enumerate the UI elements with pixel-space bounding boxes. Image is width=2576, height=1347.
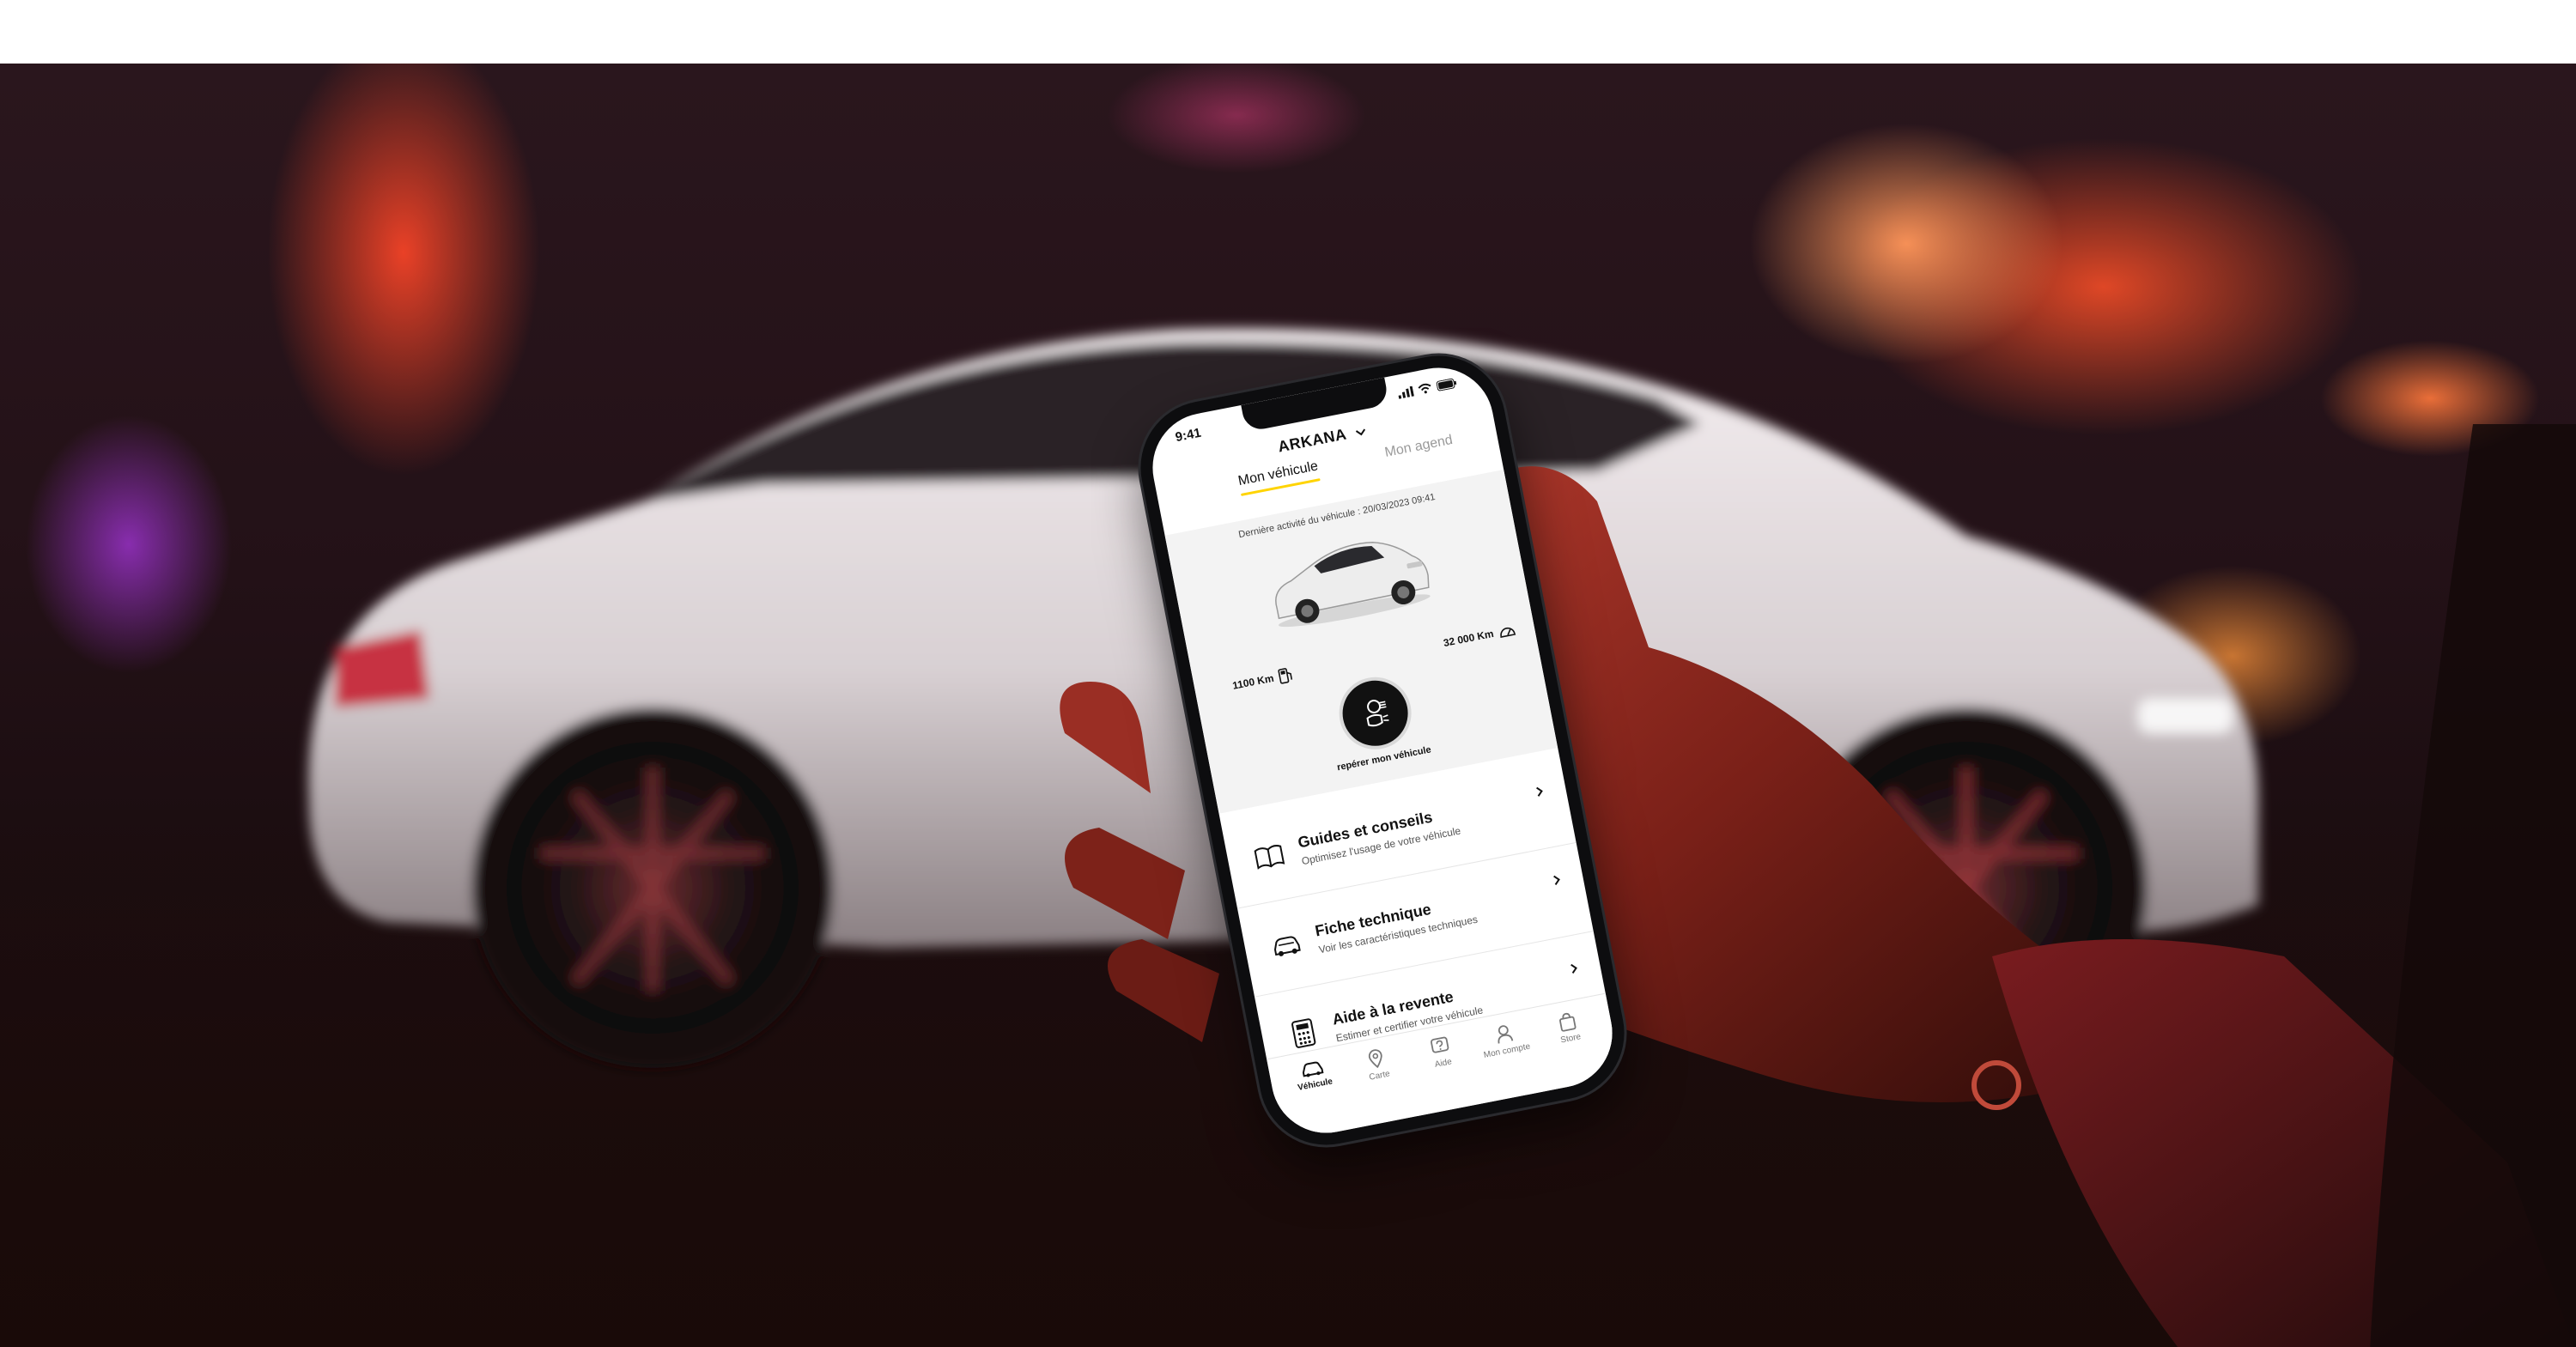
- range-stat: 1100 Km: [1231, 667, 1294, 694]
- signal-icon: [1398, 385, 1414, 399]
- vehicle-card: Dernière activité du véhicule : 20/03/20…: [1164, 470, 1558, 814]
- help-icon: [1431, 1036, 1449, 1053]
- calculator-icon: [1285, 1015, 1321, 1051]
- nav-label: Mon compte: [1483, 1041, 1532, 1060]
- locate-vehicle-button[interactable]: [1337, 675, 1414, 752]
- vehicle-name: ARKANA: [1276, 425, 1348, 456]
- nav-mon-compte[interactable]: Mon compte: [1476, 1019, 1534, 1060]
- car-icon: [1302, 1061, 1324, 1077]
- nav-label: Carte: [1368, 1069, 1391, 1083]
- tab-mon-agenda[interactable]: Mon agend: [1383, 433, 1454, 461]
- nav-label: Véhicule: [1297, 1077, 1334, 1093]
- chevron-down-icon: [1355, 428, 1366, 436]
- nav-label: Store: [1559, 1032, 1583, 1046]
- nav-store[interactable]: Store: [1540, 1007, 1598, 1048]
- nav-carte[interactable]: Carte: [1348, 1044, 1406, 1085]
- nav-label: Aide: [1433, 1057, 1453, 1070]
- nav-aide[interactable]: Aide: [1412, 1032, 1470, 1073]
- odometer-stat: 32 000 Km: [1443, 623, 1516, 649]
- odometer-value: 32 000 Km: [1442, 627, 1495, 650]
- nav-vehicule[interactable]: Véhicule: [1285, 1057, 1342, 1095]
- user-icon: [1498, 1025, 1513, 1044]
- map-pin-icon: [1369, 1049, 1383, 1069]
- status-time: 9:41: [1174, 425, 1203, 445]
- headlight-icon: [1366, 699, 1389, 727]
- battery-icon: [1436, 378, 1457, 391]
- range-value: 1100 Km: [1231, 671, 1275, 692]
- fuel-pump-icon: [1278, 668, 1292, 684]
- tab-mon-vehicule[interactable]: Mon véhicule: [1237, 458, 1320, 489]
- wifi-icon: [1418, 383, 1431, 394]
- shopping-bag-icon: [1559, 1012, 1577, 1032]
- book-icon: [1251, 838, 1287, 874]
- car-spec-icon: [1268, 926, 1304, 962]
- background-photo: 9:41 ARKANA Mon véhicule Mon agend Derni…: [0, 64, 2576, 1347]
- speedometer-icon: [1500, 627, 1516, 638]
